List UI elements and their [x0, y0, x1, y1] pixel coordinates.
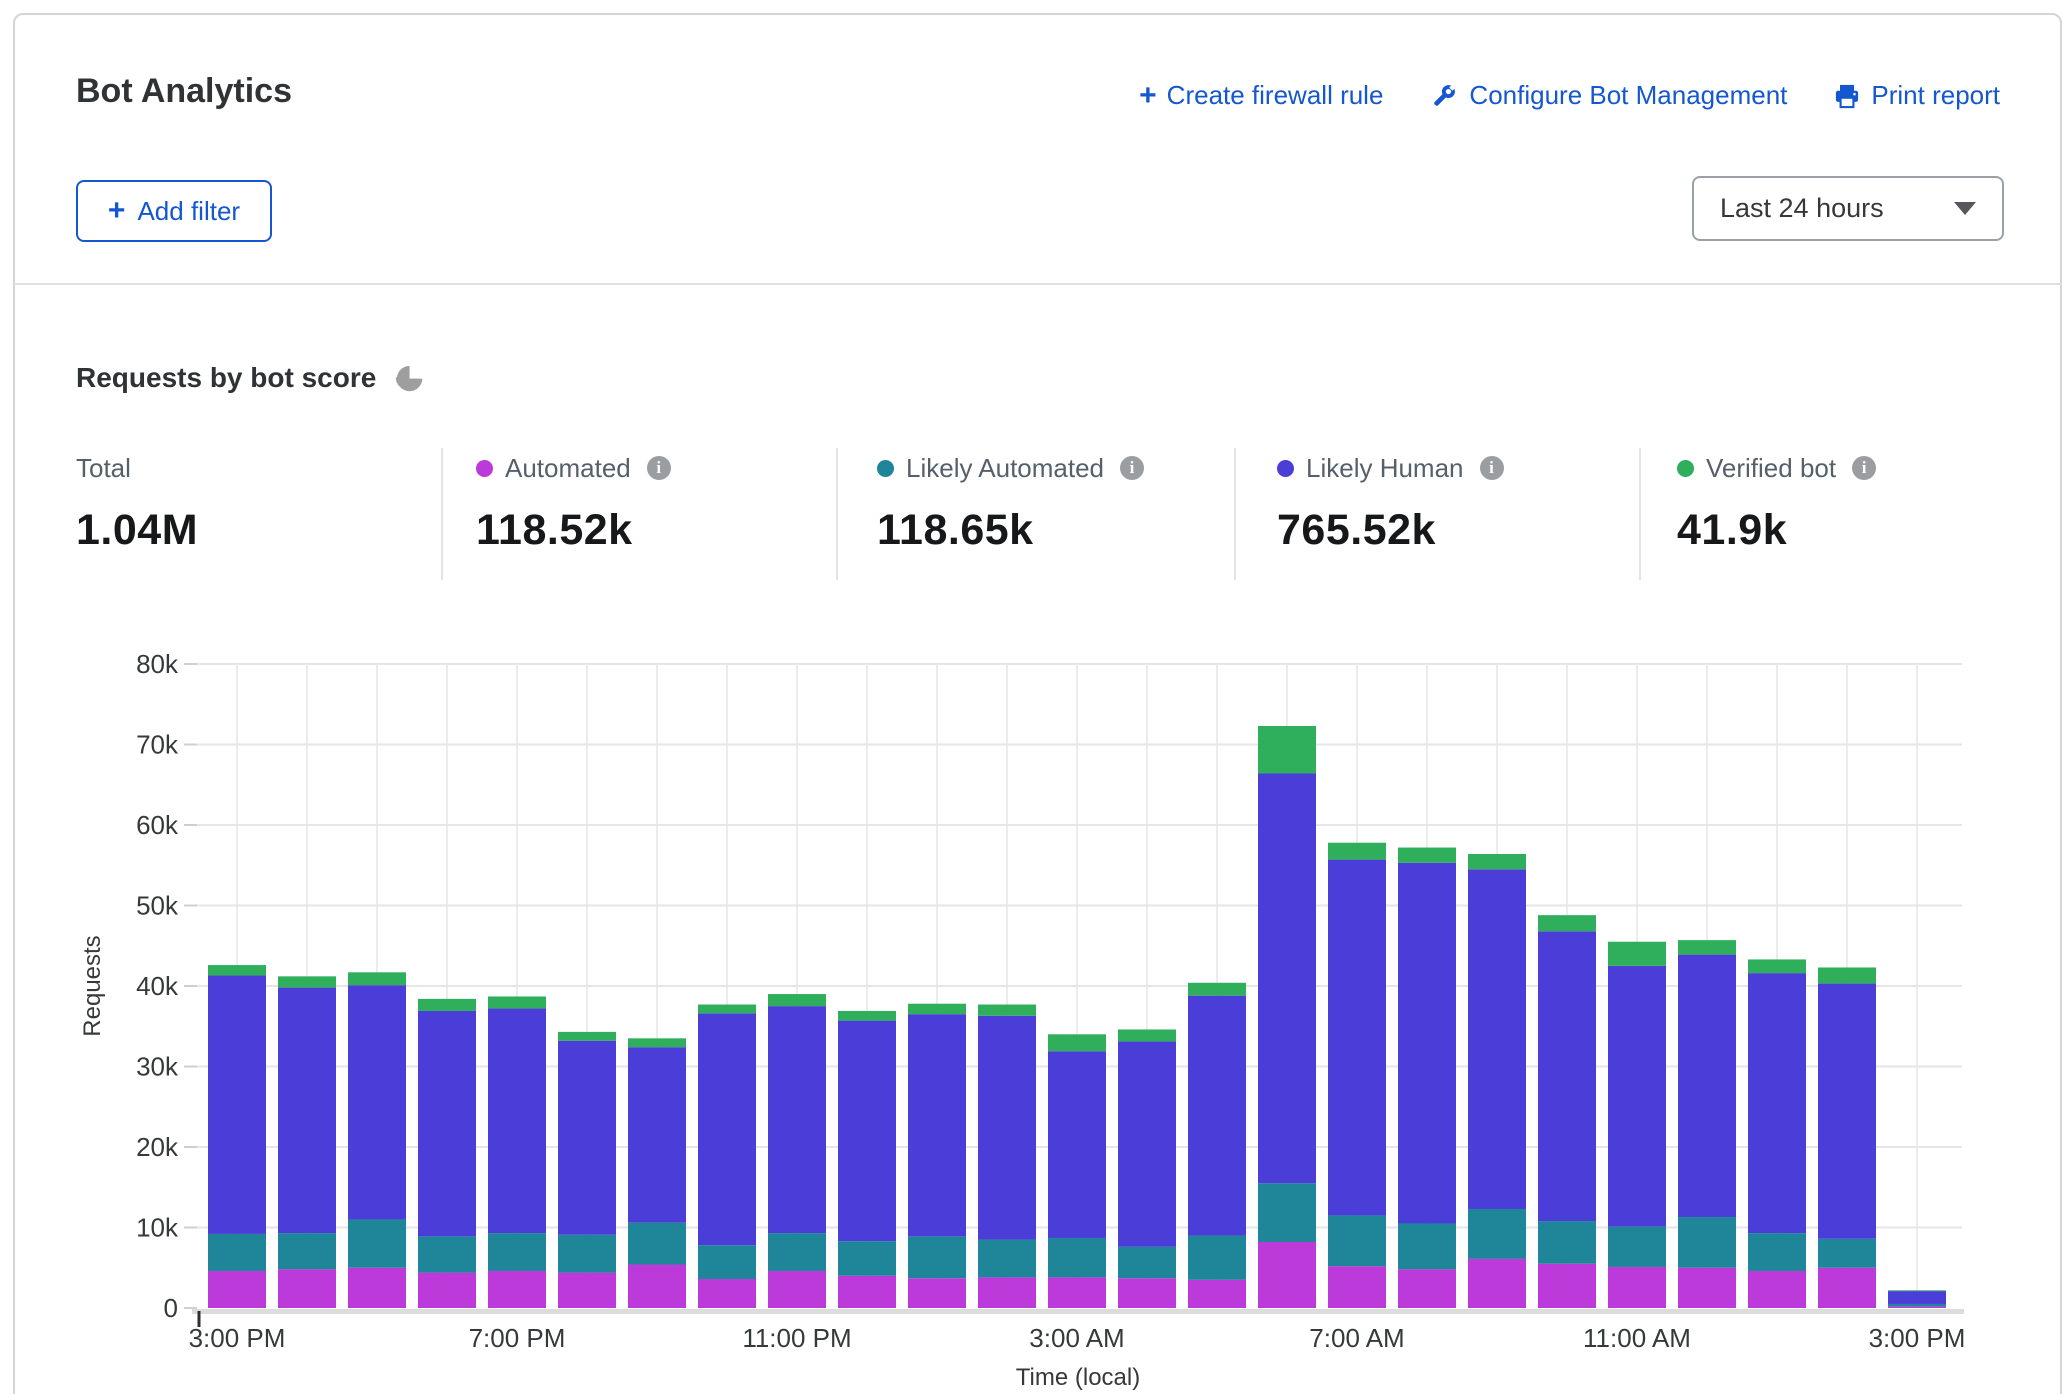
chevron-down-icon [1954, 202, 1976, 215]
stat-likely-human: Likely Human i 765.52k [1277, 452, 1504, 555]
plus-icon: + [1139, 81, 1157, 111]
info-icon[interactable]: i [1480, 456, 1504, 480]
svg-text:70k: 70k [136, 730, 179, 760]
verified-bot-dot-icon [1677, 460, 1694, 477]
create-firewall-rule-link[interactable]: + Create firewall rule [1139, 80, 1383, 111]
svg-text:3:00 PM: 3:00 PM [1869, 1323, 1966, 1353]
stat-total: Total 1.04M [76, 452, 198, 555]
configure-bot-management-label: Configure Bot Management [1469, 80, 1787, 111]
stat-value: 1.04M [76, 506, 198, 555]
print-report-link[interactable]: Print report [1833, 80, 2000, 111]
printer-icon [1833, 82, 1861, 110]
svg-text:20k: 20k [136, 1132, 179, 1162]
section-title-text: Requests by bot score [76, 362, 376, 394]
svg-text:10k: 10k [136, 1213, 179, 1243]
add-filter-label: Add filter [137, 196, 240, 227]
likely-automated-dot-icon [877, 460, 894, 477]
svg-text:40k: 40k [136, 971, 179, 1001]
stat-divider [1234, 448, 1236, 580]
configure-bot-management-link[interactable]: Configure Bot Management [1429, 80, 1787, 111]
wrench-icon [1429, 81, 1459, 111]
stat-label: Total [76, 453, 131, 484]
svg-text:11:00 PM: 11:00 PM [742, 1323, 851, 1353]
create-firewall-rule-label: Create firewall rule [1167, 80, 1384, 111]
stat-verified-bot: Verified bot i 41.9k [1677, 452, 1876, 555]
svg-text:7:00 PM: 7:00 PM [469, 1323, 566, 1353]
info-icon[interactable]: i [1852, 456, 1876, 480]
header-actions: + Create firewall rule Configure Bot Man… [1139, 80, 2000, 111]
pie-chart-icon [394, 363, 424, 393]
svg-text:80k: 80k [136, 649, 179, 679]
requests-by-bot-score-chart: 0 10k 20k 30k 40k 50k 60k 70k 80k 3:00 PM 7:00 PM 1… [0, 620, 2070, 1394]
page-title: Bot Analytics [76, 72, 292, 111]
svg-text:11:00 AM: 11:00 AM [1583, 1323, 1691, 1353]
stat-value: 118.65k [877, 506, 1144, 555]
svg-text:3:00 AM: 3:00 AM [1029, 1323, 1124, 1353]
header-divider [14, 283, 2061, 285]
likely-human-dot-icon [1277, 460, 1294, 477]
svg-text:30k: 30k [136, 1052, 179, 1082]
svg-text:Requests: Requests [79, 935, 106, 1036]
svg-text:50k: 50k [136, 891, 179, 921]
print-report-label: Print report [1871, 80, 2000, 111]
svg-text:7:00 AM: 7:00 AM [1309, 1323, 1404, 1353]
stat-value: 765.52k [1277, 506, 1504, 555]
bot-analytics-page: { "header": { "title": "Bot Analytics", … [0, 0, 2070, 1394]
time-range-select[interactable]: Last 24 hours [1692, 176, 2004, 241]
info-icon[interactable]: i [1120, 456, 1144, 480]
info-icon[interactable]: i [647, 456, 671, 480]
stat-label: Verified bot [1706, 453, 1836, 484]
stat-value: 118.52k [476, 506, 671, 555]
svg-text:Time (local): Time (local) [1016, 1364, 1140, 1391]
stat-label: Likely Human [1306, 453, 1464, 484]
stat-value: 41.9k [1677, 506, 1876, 555]
add-filter-button[interactable]: + Add filter [76, 180, 272, 242]
svg-text:60k: 60k [136, 810, 179, 840]
stat-divider [441, 448, 443, 580]
section-title: Requests by bot score [76, 362, 424, 394]
stat-likely-automated: Likely Automated i 118.65k [877, 452, 1144, 555]
stat-label: Likely Automated [906, 453, 1104, 484]
svg-text:0: 0 [164, 1293, 178, 1323]
stat-label: Automated [505, 453, 631, 484]
svg-text:3:00 PM: 3:00 PM [189, 1323, 286, 1353]
stat-divider [1639, 448, 1641, 580]
plus-icon: + [108, 196, 126, 226]
stat-automated: Automated i 118.52k [476, 452, 671, 555]
requests-chart-svg: 0 10k 20k 30k 40k 50k 60k 70k 80k 3:00 PM 7:00 PM 1… [0, 620, 2070, 1394]
time-range-value: Last 24 hours [1720, 193, 1884, 224]
automated-dot-icon [476, 460, 493, 477]
stat-divider [836, 448, 838, 580]
